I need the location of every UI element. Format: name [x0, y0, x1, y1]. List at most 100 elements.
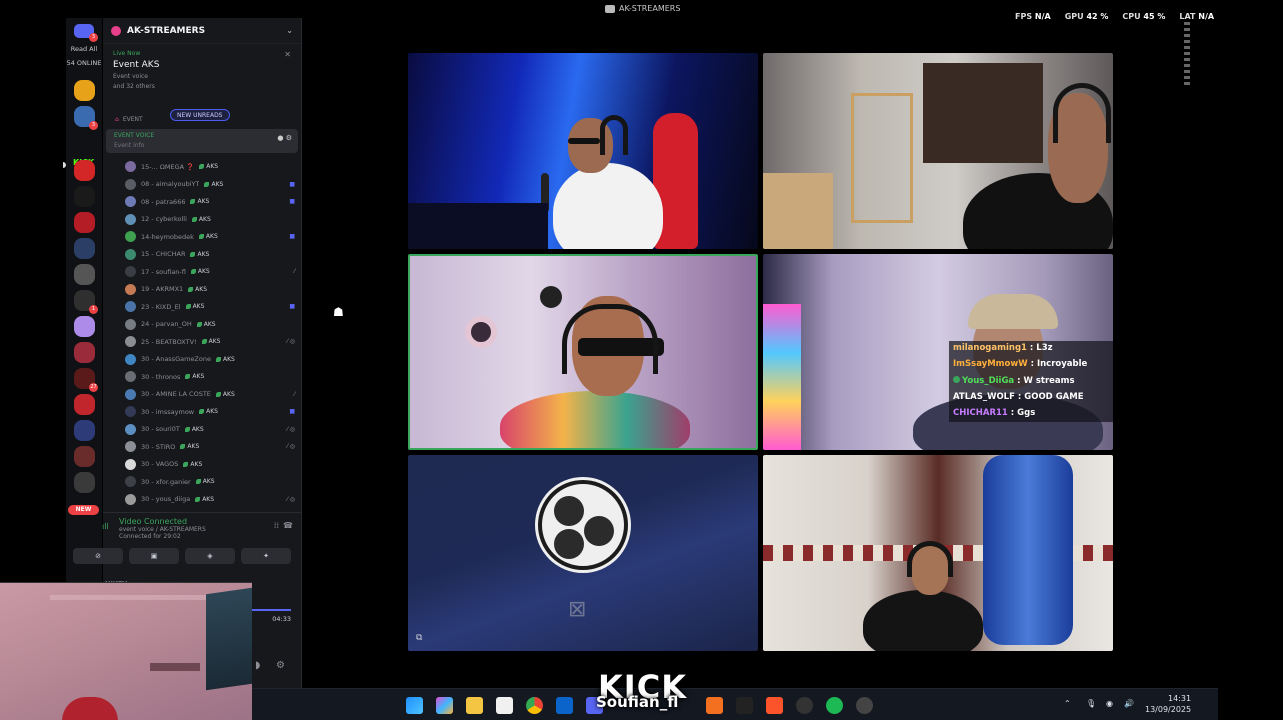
server-icon-m[interactable] — [74, 80, 95, 101]
voice-member[interactable]: 12 - cyberkolli AKS — [125, 211, 297, 229]
app-icon-orange[interactable] — [706, 697, 723, 714]
server-icon-12[interactable] — [74, 420, 95, 441]
member-tag: AKS — [196, 320, 216, 328]
windows-start-icon[interactable] — [406, 697, 423, 714]
screen-share-button[interactable]: ▣ — [129, 548, 179, 564]
member-tag-text: AKS — [198, 215, 211, 223]
mic-tray-icon[interactable]: 🎙 — [1086, 699, 1096, 708]
leaf-icon — [185, 374, 191, 380]
gear-icon[interactable]: ⚙ — [276, 660, 285, 671]
voice-member[interactable]: 19 - AKRMX1 AKS — [125, 281, 297, 299]
voice-member[interactable]: 30 - STIRO AKS ⁄ ◎ — [125, 438, 297, 456]
server-icon-dark[interactable] — [74, 186, 95, 207]
copilot-icon[interactable] — [436, 697, 453, 714]
app-icon-circle[interactable] — [856, 697, 873, 714]
member-tag-text: AKS — [206, 408, 218, 416]
activity-button[interactable]: ◈ — [185, 548, 235, 564]
discord-home-icon[interactable]: 3 — [74, 24, 98, 42]
video-tile-5-obs[interactable]: ⊠ ⧉ — [408, 455, 758, 651]
server-icon-red[interactable] — [74, 160, 95, 181]
app-icon-dark[interactable] — [736, 697, 753, 714]
voice-member[interactable]: 25 - BEATBOXTV! AKS ⁄ ◎ — [125, 333, 297, 351]
avatar — [125, 476, 136, 488]
voice-member[interactable]: 30 - souri0T AKS ⁄ ◎ — [125, 421, 297, 439]
soundboard-button[interactable]: ✦ — [241, 548, 291, 564]
video-tile-2[interactable] — [763, 53, 1113, 249]
headphones-icon[interactable]: ◗ — [255, 660, 260, 671]
camera-icon: ■ — [289, 198, 295, 206]
voice-member[interactable]: 15 - CHICHAR AKS — [125, 246, 297, 264]
volume-icon[interactable]: 🔊 — [1124, 699, 1134, 708]
member-tag-text: AKS — [203, 320, 216, 328]
live-event-card[interactable]: Live Now Event AKS Event voice and 32 ot… — [107, 46, 297, 102]
chat-separator: : — [1014, 391, 1025, 402]
voice-channel-event[interactable]: EVENT VOICE Event info ● ⚙ — [106, 129, 298, 153]
voice-member[interactable]: 30 - xfor.ganier AKS — [125, 473, 297, 491]
chevron-down-icon[interactable]: ⌄ — [286, 26, 293, 35]
clock-time[interactable]: 14:31 — [1168, 694, 1191, 703]
read-all-button[interactable]: Read All — [66, 45, 102, 53]
live-badge: Live Now — [113, 50, 141, 57]
server-icon-13[interactable] — [74, 446, 95, 467]
gaming-chair — [62, 697, 118, 720]
window-title: AK-STREAMERS — [605, 4, 680, 13]
camera-off-button[interactable]: ⊘ — [73, 548, 123, 564]
video-tile-1[interactable] — [408, 53, 758, 249]
voice-member[interactable]: 30 - AnassGameZone AKS — [125, 351, 297, 369]
chat-icon[interactable]: ● ⚙ — [277, 134, 292, 142]
video-tile-6[interactable] — [763, 455, 1113, 651]
server-icon-2[interactable]: 3 — [74, 106, 98, 130]
server-icon-9[interactable] — [74, 342, 95, 363]
voice-member[interactable]: 30 - VAGOS AKS — [125, 456, 297, 474]
popout-icon[interactable]: ⧉ — [416, 633, 422, 643]
server-icon-14[interactable] — [74, 472, 95, 493]
voice-member[interactable]: 30 - imssaymow AKS ■ — [125, 403, 297, 421]
voice-member[interactable]: 08 - aimalyoubiYT AKS ■ — [125, 176, 297, 194]
voice-member[interactable]: 08 - patra666 AKS ■ — [125, 193, 297, 211]
headset — [1053, 83, 1111, 143]
voice-member[interactable]: 30 - AMINE LA COSTE AKS ⁄ — [125, 386, 297, 404]
voice-member[interactable]: 14-heymobedek AKS ■ — [125, 228, 297, 246]
disconnect-icon[interactable]: ☎ — [283, 521, 293, 530]
server-icon-4[interactable] — [74, 212, 95, 233]
close-icon[interactable]: ✕ — [284, 50, 291, 59]
chat-message: ATLAS_WOLF : GOOD GAME — [949, 389, 1113, 407]
voice-member[interactable]: 30 - yous_diiga AKS ⁄ ◎ — [125, 491, 297, 509]
channel-event[interactable]: ⌂ EVENT — [115, 116, 143, 123]
file-explorer-icon[interactable] — [466, 697, 483, 714]
brave-icon[interactable] — [766, 697, 783, 714]
spotify-icon[interactable] — [826, 697, 843, 714]
stat-gpu: GPU 42 % — [1064, 12, 1109, 21]
avatar — [125, 406, 136, 418]
server-icon-8[interactable] — [74, 316, 95, 337]
glasses — [568, 138, 600, 144]
member-tag: AKS — [199, 408, 218, 415]
clock-date[interactable]: 13/09/2025 — [1145, 705, 1191, 714]
obs-taskbar-icon[interactable] — [796, 697, 813, 714]
voice-member[interactable]: 17 - soufian-fl AKS ⁄ — [125, 263, 297, 281]
server-icon-7[interactable]: 1 — [74, 290, 98, 314]
network-icon[interactable]: ◉ — [1106, 699, 1113, 708]
event-others: and 32 others — [113, 83, 155, 90]
chrome-icon[interactable] — [526, 697, 543, 714]
server-header[interactable]: AK-STREAMERS ⌄ — [103, 18, 301, 44]
voice-member[interactable]: 24 - parvan_OH AKS — [125, 316, 297, 334]
noise-suppression-icon[interactable]: ⁞⁞ — [274, 521, 279, 530]
bookshelf — [851, 93, 913, 223]
server-icon-5[interactable] — [74, 238, 95, 259]
server-icon-6[interactable] — [74, 264, 95, 285]
member-tag: AKS — [185, 303, 204, 310]
video-tile-3-speaking[interactable] — [408, 254, 758, 450]
tray-chevron-icon[interactable]: ⌃ — [1064, 699, 1071, 708]
new-unreads-pill[interactable]: NEW UNREADS — [170, 109, 230, 121]
muted-icon: ⁄ ◎ — [286, 338, 295, 346]
outlook-icon[interactable] — [556, 697, 573, 714]
store-icon[interactable] — [496, 697, 513, 714]
member-name: 30 - thronos — [141, 372, 181, 381]
server-icon-10[interactable]: 27 — [74, 368, 98, 392]
speaker-disk-small — [540, 286, 562, 308]
voice-member[interactable]: 23 - KIXD_El AKS ■ — [125, 298, 297, 316]
server-icon-11[interactable] — [74, 394, 95, 415]
voice-member[interactable]: 15-... ΩMEGA ❓ AKS — [125, 158, 297, 176]
voice-member[interactable]: 30 - thronos AKS — [125, 368, 297, 386]
